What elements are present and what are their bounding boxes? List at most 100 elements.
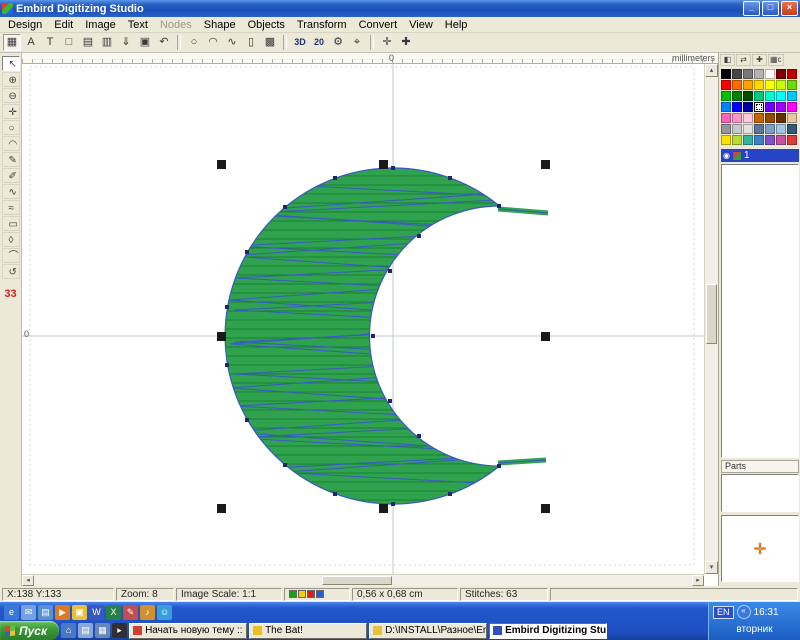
notepad-icon[interactable]: ▤ — [78, 623, 93, 638]
calculator-icon[interactable]: ▦ — [95, 623, 110, 638]
tray-clock[interactable]: 16:31 — [754, 607, 779, 618]
language-indicator[interactable]: EN — [713, 606, 734, 619]
palette-color[interactable] — [721, 135, 731, 145]
palette-color[interactable] — [776, 113, 786, 123]
design-canvas[interactable]: 0 — [22, 64, 704, 574]
save-icon[interactable]: ▥ — [98, 34, 116, 51]
palette-color[interactable] — [721, 113, 731, 123]
scroll-right-icon[interactable]: ▸ — [692, 575, 704, 586]
open-icon[interactable]: ▤ — [79, 34, 97, 51]
diamond-tool[interactable]: ◊ — [2, 232, 20, 247]
palette-color[interactable] — [765, 135, 775, 145]
swap-colors-icon[interactable]: ⇄ — [736, 54, 751, 66]
shape-circle-icon[interactable]: ○ — [185, 34, 203, 51]
menu-design[interactable]: Design — [2, 18, 48, 32]
object-list[interactable] — [721, 164, 799, 458]
task-button[interactable]: The Bat! — [249, 623, 367, 639]
import-icon[interactable]: ⇓ — [117, 34, 135, 51]
music-icon[interactable]: ♪ — [140, 605, 155, 620]
palette-color[interactable] — [754, 135, 764, 145]
palette-color[interactable] — [732, 113, 742, 123]
grid-mode-icon[interactable]: ▦ — [3, 34, 21, 51]
menu-help[interactable]: Help — [439, 18, 474, 32]
palette-color[interactable] — [787, 102, 797, 112]
palette-color[interactable] — [765, 69, 775, 79]
palette-color[interactable] — [721, 124, 731, 134]
palette-color[interactable] — [732, 135, 742, 145]
palette-color[interactable] — [787, 135, 797, 145]
palette-color[interactable] — [765, 124, 775, 134]
lettering-icon[interactable]: A — [22, 34, 40, 51]
palette-color[interactable] — [743, 69, 753, 79]
palette-grid-icon[interactable]: ▦c — [768, 54, 784, 66]
palette-color[interactable] — [732, 91, 742, 101]
move-design-icon[interactable]: ✚ — [397, 34, 415, 51]
design-object-crescent[interactable] — [22, 64, 704, 574]
menu-image[interactable]: Image — [79, 18, 122, 32]
palette-color[interactable] — [776, 102, 786, 112]
3d-view-icon[interactable]: 3D — [291, 34, 309, 51]
palette-color[interactable] — [743, 102, 753, 112]
excel-icon[interactable]: X — [106, 605, 121, 620]
menu-nodes[interactable]: Nodes — [154, 18, 198, 32]
palette-color[interactable] — [787, 80, 797, 90]
start-button[interactable]: Пуск — [0, 621, 59, 640]
palette-color[interactable] — [743, 91, 753, 101]
menu-text[interactable]: Text — [122, 18, 154, 32]
palette-color[interactable] — [721, 102, 731, 112]
menu-edit[interactable]: Edit — [48, 18, 79, 32]
palette-color[interactable] — [754, 69, 764, 79]
parts-list[interactable] — [721, 474, 799, 512]
my-computer-icon[interactable]: ⌂ — [61, 623, 76, 638]
palette-color[interactable] — [787, 113, 797, 123]
scroll-down-icon[interactable]: ▾ — [705, 561, 718, 574]
palette-color[interactable] — [776, 69, 786, 79]
settings-icon[interactable]: ⚙ — [329, 34, 347, 51]
menu-transform[interactable]: Transform — [291, 18, 353, 32]
palette-color[interactable] — [765, 113, 775, 123]
palette-color[interactable] — [732, 102, 742, 112]
vscroll-thumb[interactable] — [706, 284, 717, 344]
task-button[interactable]: Embird Digitizing Stud... — [489, 623, 607, 639]
word-icon[interactable]: W — [89, 605, 104, 620]
internet-explorer-icon[interactable]: e — [4, 605, 19, 620]
palette-color[interactable] — [721, 80, 731, 90]
palette-color[interactable] — [776, 124, 786, 134]
curve-tool[interactable]: ⌒ — [2, 248, 20, 263]
media-player-icon[interactable]: ▶ — [55, 605, 70, 620]
palette-color[interactable] — [754, 113, 764, 123]
menu-objects[interactable]: Objects — [242, 18, 291, 32]
freehand-tool[interactable]: ✎ — [2, 152, 20, 167]
shape-column-icon[interactable]: ▯ — [242, 34, 260, 51]
visibility-eye-icon[interactable]: ◉ — [723, 151, 730, 160]
palette-color[interactable] — [787, 124, 797, 134]
copy-icon[interactable]: ▣ — [136, 34, 154, 51]
palette-color[interactable] — [732, 69, 742, 79]
close-button[interactable]: × — [781, 1, 798, 16]
hscroll-thumb[interactable] — [322, 576, 392, 585]
palette-color[interactable] — [732, 124, 742, 134]
palette-color[interactable] — [743, 135, 753, 145]
palette-color[interactable] — [765, 80, 775, 90]
palette-color[interactable] — [787, 69, 797, 79]
fill-pattern-icon[interactable]: ▩ — [261, 34, 279, 51]
rectangle-tool[interactable]: ▭ — [2, 216, 20, 231]
palette-color[interactable] — [721, 91, 731, 101]
palette-color[interactable] — [743, 80, 753, 90]
task-button[interactable]: Начать новую тему :: В... — [129, 623, 247, 639]
new-document-icon[interactable]: □ — [60, 34, 78, 51]
undo-icon[interactable]: ↶ — [155, 34, 173, 51]
palette-color[interactable] — [721, 69, 731, 79]
palette-color[interactable] — [765, 91, 775, 101]
menu-view[interactable]: View — [403, 18, 439, 32]
arc-tool[interactable]: ◠ — [2, 136, 20, 151]
shape-wave-icon[interactable]: ∿ — [223, 34, 241, 51]
object-list-row[interactable]: ◉ 1 — [721, 149, 799, 162]
messenger-icon[interactable]: ☺ — [157, 605, 172, 620]
tray-collapse-icon[interactable]: « — [737, 605, 751, 619]
center-design-icon[interactable]: ✛ — [378, 34, 396, 51]
scroll-up-icon[interactable]: ▴ — [705, 64, 718, 77]
console-icon[interactable]: ▸ — [112, 623, 127, 638]
measure-icon[interactable]: ⌖ — [348, 34, 366, 51]
add-color-icon[interactable]: ✚ — [752, 54, 767, 66]
